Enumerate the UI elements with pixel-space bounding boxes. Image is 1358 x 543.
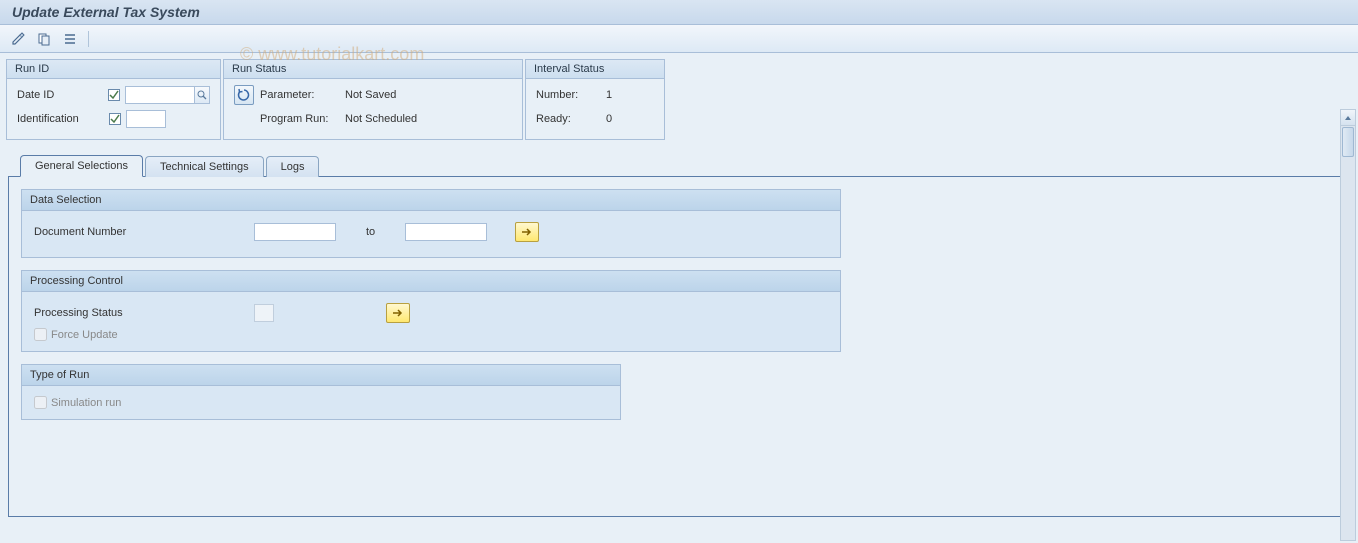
processing-status-multiselect-button[interactable] [386,303,410,323]
run-status-header: Run Status [224,60,522,79]
identification-label: Identification [17,113,107,125]
date-id-input[interactable] [125,86,195,104]
type-of-run-header: Type of Run [22,365,620,386]
type-of-run-group: Type of Run Simulation run [21,364,621,420]
page-title: Update External Tax System [12,4,200,20]
run-status-panel: Run Status Parameter: Not Saved Program … [223,59,523,140]
program-run-label: Program Run: [260,113,345,125]
document-number-label: Document Number [34,226,254,238]
processing-control-group: Processing Control Processing Status For… [21,270,841,352]
interval-status-panel: Interval Status Number: 1 Ready: 0 [525,59,665,140]
identification-input[interactable] [126,110,166,128]
copy-tool-icon[interactable] [34,29,54,49]
scroll-up-arrow-icon[interactable] [1341,110,1355,126]
ready-value: 0 [606,113,612,125]
tabs-container: General Selections Technical Settings Lo… [8,154,1350,517]
tab-logs[interactable]: Logs [266,156,320,177]
tab-content: Data Selection Document Number to Proce [8,177,1350,517]
data-selection-group: Data Selection Document Number to [21,189,841,258]
toolbar [0,25,1358,53]
interval-status-header: Interval Status [526,60,664,79]
date-id-label: Date ID [17,89,106,101]
tab-strip: General Selections Technical Settings Lo… [8,154,1350,177]
number-label: Number: [536,89,606,101]
edit-tool-icon[interactable] [8,29,28,49]
parameter-label: Parameter: [260,89,345,101]
run-id-header: Run ID [7,60,220,79]
tab-general-selections[interactable]: General Selections [20,155,143,177]
processing-status-label: Processing Status [34,307,254,319]
toolbar-separator [88,31,89,47]
document-number-from-input[interactable] [254,223,336,241]
run-id-panel: Run ID Date ID Identification [6,59,221,140]
refresh-button[interactable] [234,85,254,105]
ready-label: Ready: [536,113,606,125]
check-icon [106,87,122,103]
top-panels: Run ID Date ID Identification [0,53,1358,146]
data-selection-header: Data Selection [22,190,840,211]
force-update-label: Force Update [51,329,118,341]
vertical-scrollbar[interactable] [1340,109,1356,541]
title-bar: Update External Tax System [0,0,1358,25]
document-number-multiselect-button[interactable] [515,222,539,242]
to-label: to [366,226,375,238]
check-icon [107,111,123,127]
scroll-thumb[interactable] [1342,127,1354,157]
simulation-run-label: Simulation run [51,397,121,409]
document-number-to-input[interactable] [405,223,487,241]
simulation-run-checkbox [34,396,47,409]
number-value: 1 [606,89,612,101]
processing-control-header: Processing Control [22,271,840,292]
content-area: Run ID Date ID Identification [0,53,1358,543]
program-run-value: Not Scheduled [345,113,425,125]
parameter-value: Not Saved [345,89,425,101]
date-id-f4-button[interactable] [194,86,210,104]
tab-technical-settings[interactable]: Technical Settings [145,156,264,177]
force-update-checkbox [34,328,47,341]
list-tool-icon[interactable] [60,29,80,49]
processing-status-input[interactable] [254,304,274,322]
